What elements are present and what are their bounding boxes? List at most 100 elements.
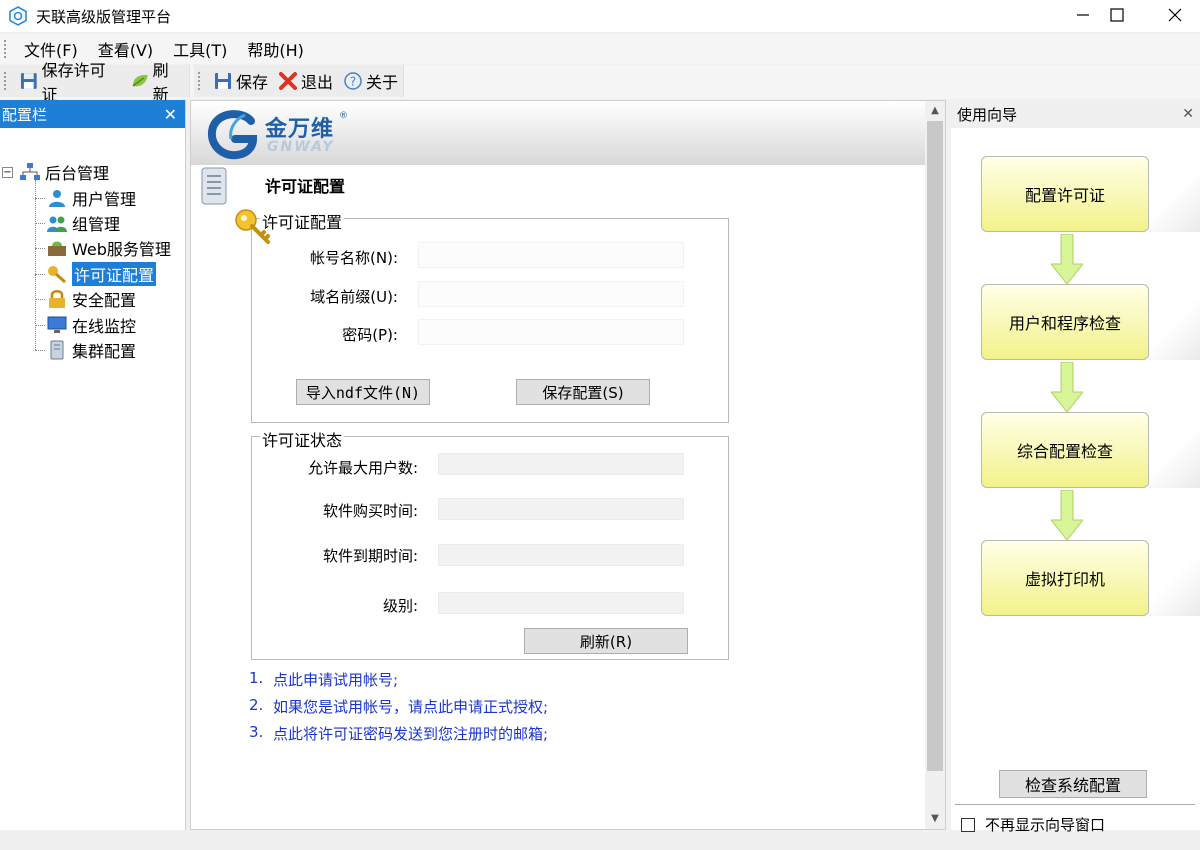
document-icon xyxy=(201,167,227,205)
step-page-fold xyxy=(1149,168,1200,232)
send-password-email-link[interactable]: 3. 点此将许可证密码发送到您注册时的邮箱; xyxy=(249,723,548,750)
maximize-icon xyxy=(1110,8,1124,22)
save-config-button[interactable]: 保存配置(S) xyxy=(516,379,650,405)
tree-item-license-config[interactable]: 许可证配置 xyxy=(46,262,157,286)
tree-item-cluster[interactable]: 集群配置 xyxy=(46,338,136,362)
check-system-config-label: 检查系统配置 xyxy=(1024,776,1121,795)
maximize-button[interactable] xyxy=(1094,0,1140,30)
apply-trial-link[interactable]: 1. 点此申请试用帐号; xyxy=(249,669,548,696)
close-icon xyxy=(1168,8,1182,22)
wizard-step-overall-check[interactable]: 综合配置检查 xyxy=(981,412,1200,488)
save-config-label: 保存配置(S) xyxy=(542,383,624,402)
exit-button[interactable]: 退出 xyxy=(273,67,338,95)
link-text: 点此将许可证密码发送到您注册时的邮箱; xyxy=(273,725,549,743)
flow-arrow-icon xyxy=(1051,234,1083,285)
scroll-down-icon[interactable]: ▼ xyxy=(925,809,945,827)
lock-icon xyxy=(49,290,65,308)
expire-time-label: 软件到期时间: xyxy=(322,547,418,565)
tree-root-backend[interactable]: − 后台管理 xyxy=(2,160,109,184)
tree-label: 集群配置 xyxy=(72,342,137,361)
password-input[interactable] xyxy=(418,319,684,345)
flow-arrow-icon xyxy=(1051,362,1083,413)
link-text: 如果您是试用帐号，请点此申请正式授权; xyxy=(273,698,549,716)
tree-item-group-management[interactable]: 组管理 xyxy=(46,211,120,235)
import-ndf-button[interactable]: 导入ndf文件(N) xyxy=(296,379,430,405)
scrollbar-thumb[interactable] xyxy=(927,121,943,771)
tree-connector xyxy=(35,325,45,326)
close-panel-icon[interactable]: ✕ xyxy=(164,105,177,124)
exit-label: 退出 xyxy=(301,73,334,92)
help-circle-icon: ? xyxy=(344,72,362,90)
step-page-fold xyxy=(1149,552,1200,616)
tree-item-security[interactable]: 安全配置 xyxy=(46,287,136,311)
save-button[interactable]: 保存 xyxy=(208,67,273,95)
collapse-icon[interactable]: − xyxy=(2,166,13,178)
wizard-step-user-program[interactable]: 用户和程序检查 xyxy=(981,284,1200,360)
minimize-icon xyxy=(1077,14,1089,16)
wizard-panel-header: 使用向导 ✕ xyxy=(951,100,1200,128)
link-number: 1. xyxy=(249,669,264,687)
flow-arrow-icon xyxy=(1051,490,1083,541)
about-label: 关于 xyxy=(366,73,399,92)
status-refresh-button[interactable]: 刷新(R) xyxy=(524,628,688,654)
page-title: 许可证配置 xyxy=(265,177,346,196)
wizard-step-label: 虚拟打印机 xyxy=(1024,570,1105,589)
window-title: 天联高级版管理平台 xyxy=(36,8,172,26)
account-name-input[interactable] xyxy=(418,242,684,268)
tree-item-web-service[interactable]: Web服务管理 xyxy=(46,236,171,260)
license-config-group: 许可证配置 帐号名称(N): 域名前缀(U): 密码(P): 导入ndf文件(N… xyxy=(251,209,729,423)
wizard-step-box: 虚拟打印机 xyxy=(981,540,1149,616)
help-links: 1. 点此申请试用帐号; 2. 如果您是试用帐号，请点此申请正式授权; 3. 点… xyxy=(249,669,548,750)
close-window-button[interactable] xyxy=(1152,0,1198,30)
domain-prefix-input[interactable] xyxy=(418,281,684,307)
brand-banner: 金万维 ® GNWAY xyxy=(191,101,925,165)
network-icon xyxy=(20,163,40,180)
config-panel: 配置栏 ✕ − 后台管理 用户管理 组管理 Web服务管理 许可证配置 安全配置… xyxy=(0,100,186,830)
refresh-button[interactable]: 刷新 xyxy=(125,61,189,104)
tree-connector xyxy=(35,248,45,249)
tree-item-online-monitor[interactable]: 在线监控 xyxy=(46,313,136,337)
save-icon xyxy=(215,73,231,89)
account-name-label: 帐号名称(N): xyxy=(310,249,398,267)
license-config-page: 金万维 ® GNWAY 许可证配置 许可证配置 帐号名称(N): 域名前缀(U)… xyxy=(190,100,946,830)
status-refresh-label: 刷新(R) xyxy=(579,632,633,651)
floppy-disk-icon xyxy=(20,73,37,89)
apply-official-license-link[interactable]: 2. 如果您是试用帐号，请点此申请正式授权; xyxy=(249,696,548,723)
import-ndf-label: 导入ndf文件(N) xyxy=(305,383,421,402)
tree-item-user-management[interactable]: 用户管理 xyxy=(46,186,136,210)
wizard-step-virtual-printer[interactable]: 虚拟打印机 xyxy=(981,540,1200,616)
web-service-icon xyxy=(48,241,66,256)
status-bar xyxy=(0,832,1200,850)
gnway-logo-icon xyxy=(207,110,258,160)
config-panel-title: 配置栏 xyxy=(2,105,48,124)
wizard-step-label: 综合配置检查 xyxy=(1016,442,1113,461)
config-tree: − 后台管理 用户管理 组管理 Web服务管理 许可证配置 安全配置 在线监控 … xyxy=(0,128,185,361)
tree-connector xyxy=(35,274,45,275)
toolbar-group-main: 保存 退出 ? 关于 xyxy=(194,65,404,97)
close-wizard-icon[interactable]: ✕ xyxy=(1182,106,1194,122)
server-icon xyxy=(50,340,64,360)
exit-x-icon xyxy=(279,72,297,90)
level-label: 级别: xyxy=(382,597,418,615)
wizard-step-box: 用户和程序检查 xyxy=(981,284,1149,360)
link-text: 点此申请试用帐号; xyxy=(273,671,399,689)
save-license-button[interactable]: 保存许可证 xyxy=(14,61,125,104)
logo-english-name: GNWAY xyxy=(267,139,335,155)
dont-show-checkbox[interactable] xyxy=(961,817,975,832)
wizard-step-label: 配置许可证 xyxy=(1024,186,1105,205)
scroll-up-icon[interactable]: ▲ xyxy=(925,101,945,119)
purchase-time-label: 软件购买时间: xyxy=(322,502,418,520)
key-icon xyxy=(235,209,270,244)
tree-label: 组管理 xyxy=(72,215,121,234)
user-icon xyxy=(49,190,65,207)
refresh-leaf-icon xyxy=(132,74,148,87)
check-system-config-button[interactable]: 检查系统配置 xyxy=(999,770,1147,798)
link-number: 2. xyxy=(249,696,264,714)
wizard-step-license[interactable]: 配置许可证 xyxy=(981,156,1200,232)
save-license-label: 保存许可证 xyxy=(41,61,106,104)
wizard-panel: 使用向导 ✕ 配置许可证 用户和程序检查 综合配置检查 虚拟打印机 检查系统配置… xyxy=(951,100,1200,834)
vertical-scrollbar[interactable]: ▲ ▼ xyxy=(925,101,945,829)
about-button[interactable]: ? 关于 xyxy=(338,67,403,95)
menu-help[interactable]: 帮助(H) xyxy=(237,37,314,61)
purchase-time-value xyxy=(438,498,684,520)
